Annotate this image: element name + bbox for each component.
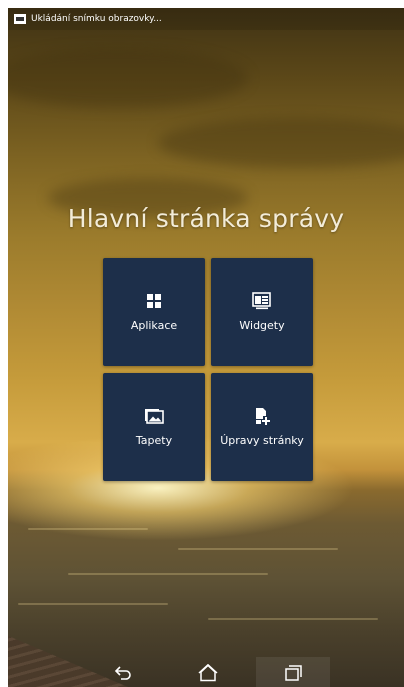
tile-apps[interactable]: Aplikace (103, 258, 205, 366)
status-notification-text: Ukládání snímku obrazovky... (31, 14, 162, 24)
tile-page-edit[interactable]: Úpravy stránky (211, 373, 313, 481)
back-button[interactable] (104, 660, 144, 686)
tile-widgets[interactable]: Widgety (211, 258, 313, 366)
page-title: Hlavní stránka správy (67, 204, 345, 233)
management-tiles: Aplikace Widgety Tapety Úpravy stránky (103, 258, 313, 481)
tile-page-edit-label: Úpravy stránky (220, 434, 304, 447)
wallpaper-sea-streak (208, 618, 378, 620)
status-bar: Ukládání snímku obrazovky... (8, 8, 404, 30)
wallpaper-cloud (8, 48, 248, 108)
home-button[interactable] (188, 660, 228, 686)
widget-icon (252, 292, 271, 310)
screenshot-icon (14, 14, 26, 24)
tile-wallpapers[interactable]: Tapety (103, 373, 205, 481)
device-frame: Ukládání snímku obrazovky... Hlavní strá… (0, 0, 404, 687)
tile-widgets-label: Widgety (239, 319, 285, 332)
home-icon (198, 664, 218, 682)
tile-wallpapers-label: Tapety (135, 434, 173, 447)
edit-page-icon (256, 408, 270, 425)
grid-icon (147, 294, 161, 308)
wallpaper-cloud (158, 118, 404, 168)
wallpaper-icon (145, 409, 164, 424)
recent-apps-button[interactable] (273, 660, 313, 686)
back-icon (114, 666, 131, 680)
recent-apps-icon (285, 665, 302, 681)
navigation-bar (8, 657, 404, 687)
wallpaper-sea-streak (18, 603, 168, 605)
wallpaper-sea-streak (28, 528, 148, 530)
home-screen: Ukládání snímku obrazovky... Hlavní strá… (8, 8, 404, 687)
tile-apps-label: Aplikace (130, 319, 178, 332)
wallpaper-sea-streak (68, 573, 268, 575)
wallpaper-sea-streak (178, 548, 338, 550)
